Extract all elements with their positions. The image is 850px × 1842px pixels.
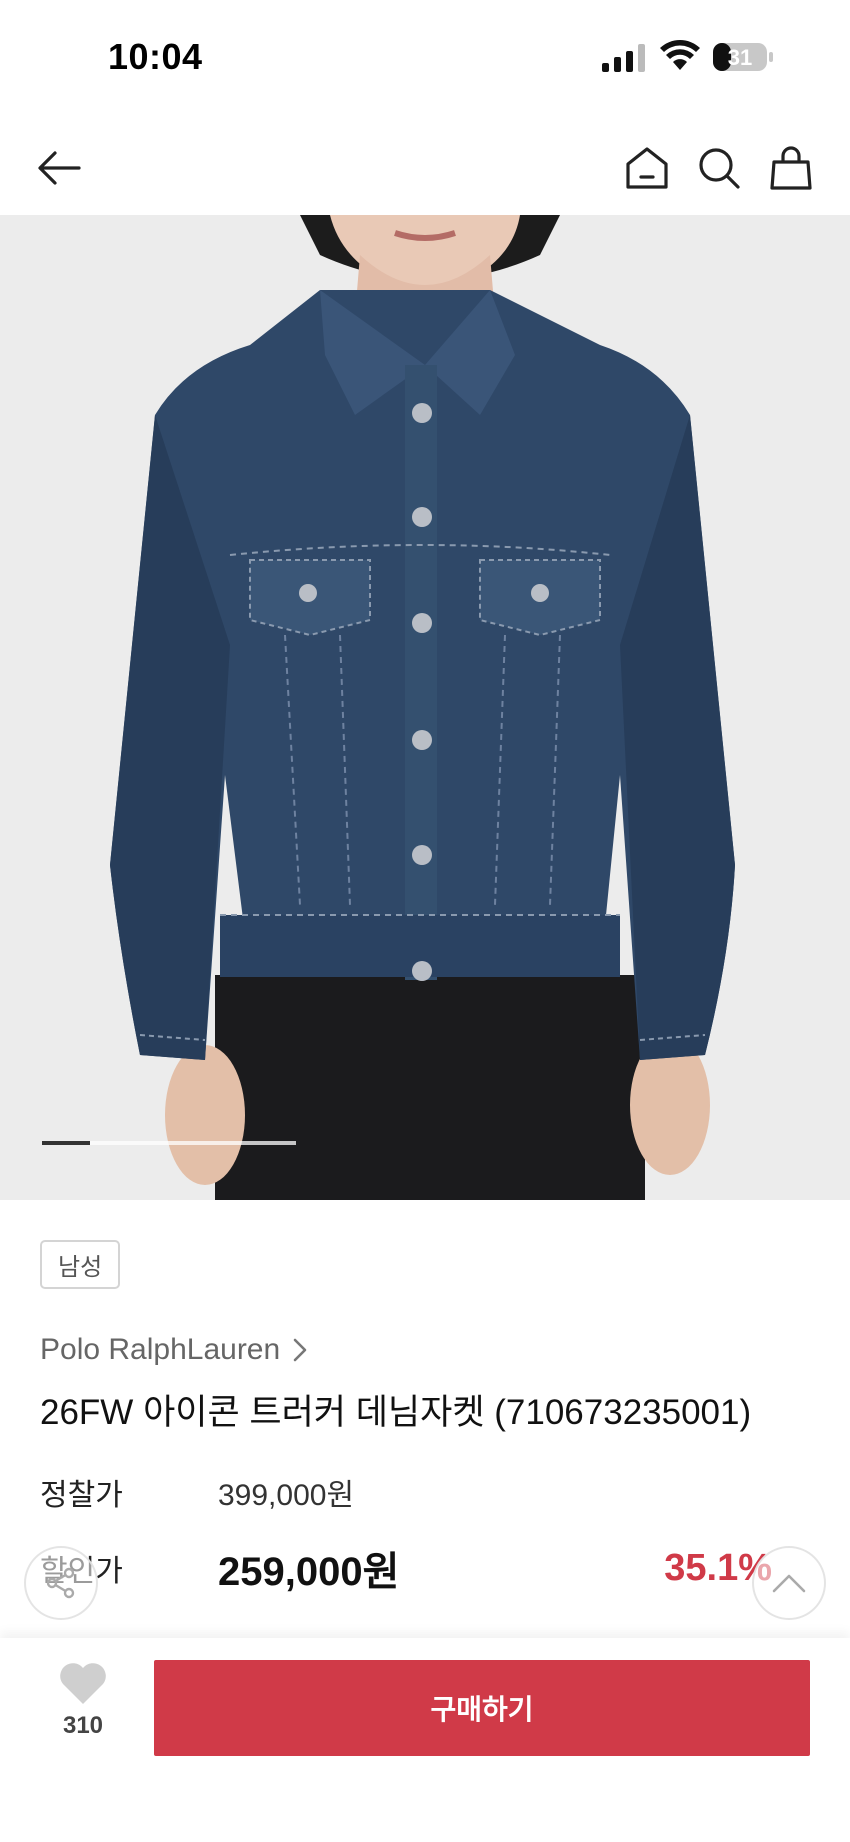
like-button[interactable]: 310 xyxy=(44,1662,122,1756)
brand-link[interactable]: Polo RalphLauren xyxy=(40,1330,308,1370)
top-navigation xyxy=(0,125,850,210)
cart-button[interactable] xyxy=(766,143,816,193)
home-button[interactable] xyxy=(622,143,672,193)
search-button[interactable] xyxy=(694,143,744,193)
status-bar: 10:04 31 xyxy=(0,0,850,110)
arrow-left-icon xyxy=(38,151,81,185)
sale-price-row: 할인가 259,000원 35.1% xyxy=(40,1543,820,1595)
share-button[interactable] xyxy=(24,1546,98,1620)
chevron-up-icon xyxy=(772,1574,806,1593)
list-price-row: 정찰가 399,000원 xyxy=(40,1467,820,1517)
heart-icon xyxy=(60,1663,106,1704)
wifi-icon xyxy=(660,40,700,70)
status-time: 10:04 xyxy=(108,36,203,77)
share-icon xyxy=(46,1567,75,1599)
carousel-indicator-active xyxy=(42,1141,91,1145)
back-button[interactable] xyxy=(34,143,84,193)
search-icon xyxy=(699,148,740,189)
home-icon xyxy=(626,147,668,189)
product-image-carousel[interactable] xyxy=(0,215,850,1200)
gender-badge: 남성 xyxy=(40,1240,121,1289)
denim-jacket-photo xyxy=(0,215,850,1200)
list-price-label: 정찰가 xyxy=(40,1479,123,1512)
chevron-right-icon xyxy=(293,1338,307,1362)
product-title: 26FW 아이콘 트러커 데님자켓 (710673235001) xyxy=(40,1393,752,1432)
brand-name: Polo RalphLauren xyxy=(40,1333,281,1366)
battery-level: 31 xyxy=(727,45,753,70)
sale-price-value: 259,000원 xyxy=(218,1550,400,1594)
list-price-value: 399,000원 xyxy=(218,1479,355,1512)
carousel-indicator xyxy=(42,1141,296,1145)
bottom-action-bar: 310 구매하기 xyxy=(0,1638,850,1842)
buy-button[interactable]: 구매하기 xyxy=(154,1660,810,1756)
like-count: 310 xyxy=(62,1712,104,1739)
shopping-bag-icon xyxy=(770,146,812,190)
cellular-signal-icon xyxy=(602,44,645,72)
scroll-top-button[interactable] xyxy=(752,1546,826,1620)
